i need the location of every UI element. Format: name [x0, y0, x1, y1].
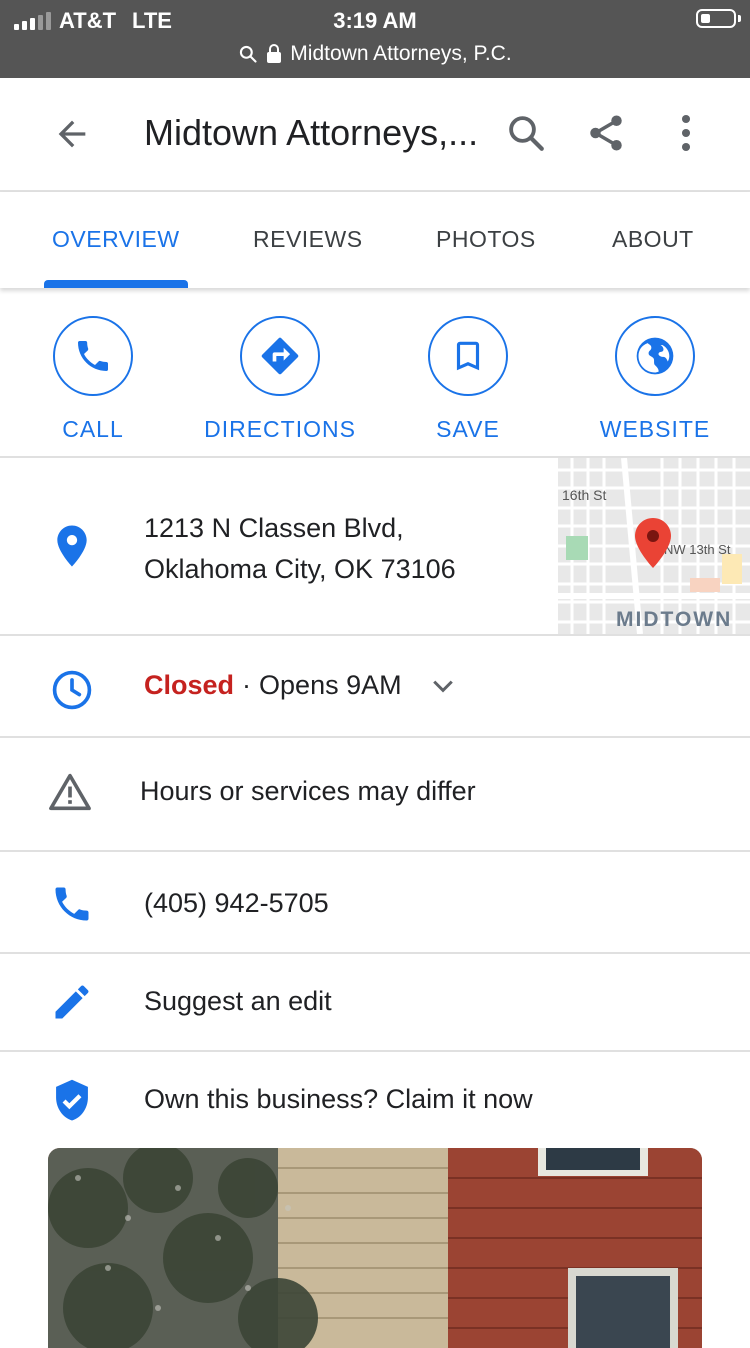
- share-icon[interactable]: [585, 112, 627, 154]
- tab-photos[interactable]: PHOTOS: [436, 226, 536, 253]
- hours-text: Closed · Opens 9AM: [144, 670, 458, 701]
- map-street-16th: 16th St: [562, 487, 606, 503]
- tab-overview[interactable]: OVERVIEW: [52, 226, 180, 253]
- directions-button[interactable]: DIRECTIONS: [195, 316, 365, 443]
- globe-icon: [636, 337, 674, 375]
- search-icon: [240, 45, 257, 63]
- search-icon[interactable]: [505, 112, 547, 154]
- website-circle: [615, 316, 695, 396]
- hours-notice-row: Hours or services may differ: [0, 738, 750, 852]
- warning-icon: [49, 773, 91, 811]
- place-photo[interactable]: [48, 1148, 702, 1348]
- address-line2: Oklahoma City, OK 73106: [144, 554, 456, 584]
- website-button[interactable]: WEBSITE: [570, 316, 740, 443]
- directions-icon: [261, 337, 299, 375]
- hours-separator: ·: [242, 670, 252, 700]
- suggest-edit-text: Suggest an edit: [144, 986, 332, 1016]
- tab-about[interactable]: ABOUT: [612, 226, 694, 253]
- directions-circle: [240, 316, 320, 396]
- hours-row[interactable]: Closed · Opens 9AM: [0, 636, 750, 738]
- chevron-down-icon[interactable]: [428, 671, 458, 701]
- map-image: 16th St NW 13th St MIDTOWN: [558, 458, 750, 634]
- closed-status: Closed: [144, 670, 235, 700]
- url-bar[interactable]: Midtown Attorneys, P.C.: [0, 42, 750, 66]
- clock-icon: [52, 670, 92, 710]
- call-label: CALL: [62, 416, 124, 442]
- more-vert-icon[interactable]: [672, 112, 700, 154]
- phone-icon: [78, 341, 108, 371]
- phone-icon: [55, 887, 89, 921]
- bookmark-icon: [456, 341, 480, 371]
- lock-icon: [267, 44, 282, 63]
- call-button[interactable]: CALL: [8, 316, 178, 443]
- battery-nub: [738, 15, 741, 22]
- status-bar: AT&T LTE 3:19 AM Midtown Attorneys, P.C.: [0, 0, 750, 78]
- action-buttons: CALL DIRECTIONS SAVE WEBSITE: [0, 290, 750, 458]
- claim-text: Own this business? Claim it now: [144, 1084, 533, 1114]
- phone-row[interactable]: (405) 942-5705: [0, 852, 750, 954]
- website-label: WEBSITE: [599, 416, 711, 442]
- save-label: SAVE: [436, 416, 500, 442]
- address-row[interactable]: 1213 N Classen Blvd, Oklahoma City, OK 7…: [0, 458, 750, 636]
- directions-label: DIRECTIONS: [204, 416, 356, 442]
- location-pin-icon: [57, 525, 87, 567]
- address-text: 1213 N Classen Blvd, Oklahoma City, OK 7…: [144, 508, 456, 590]
- clock: 3:19 AM: [333, 8, 417, 33]
- verified-shield-icon: [56, 1079, 88, 1121]
- suggest-edit-row[interactable]: Suggest an edit: [0, 954, 750, 1052]
- map-area-label: MIDTOWN: [616, 608, 732, 631]
- map-thumbnail[interactable]: 16th St NW 13th St MIDTOWN: [558, 458, 750, 634]
- address-line1: 1213 N Classen Blvd,: [144, 513, 404, 543]
- opens-time: Opens 9AM: [259, 670, 402, 700]
- save-button[interactable]: SAVE: [383, 316, 553, 443]
- back-arrow-icon[interactable]: [52, 114, 92, 154]
- pencil-icon: [55, 985, 89, 1019]
- map-street-13th: NW 13th St: [664, 542, 731, 557]
- tab-indicator: [44, 280, 188, 288]
- call-circle: [53, 316, 133, 396]
- url-text: Midtown Attorneys, P.C.: [290, 42, 512, 65]
- building-photo: [48, 1148, 702, 1348]
- notice-text: Hours or services may differ: [140, 776, 476, 806]
- save-circle: [428, 316, 508, 396]
- battery-icon: [696, 9, 736, 28]
- app-bar: Midtown Attorneys,...: [0, 78, 750, 192]
- place-title: Midtown Attorneys,...: [144, 112, 479, 153]
- phone-number: (405) 942-5705: [144, 888, 329, 918]
- claim-business-row[interactable]: Own this business? Claim it now: [0, 1052, 750, 1148]
- tab-bar: OVERVIEW REVIEWS PHOTOS ABOUT: [0, 192, 750, 288]
- tab-reviews[interactable]: REVIEWS: [253, 226, 363, 253]
